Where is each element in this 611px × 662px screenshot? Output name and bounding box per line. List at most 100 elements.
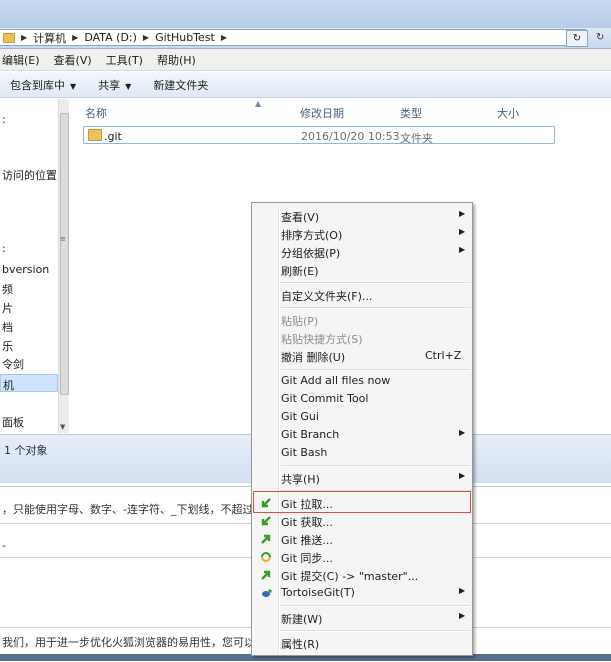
menu-item-git-branch[interactable]: Git Branch ▶ xyxy=(254,426,470,444)
git-pull-highlight-box xyxy=(253,491,471,513)
breadcrumb-arrow-icon[interactable]: ▶ xyxy=(221,33,227,42)
submenu-arrow-icon: ▶ xyxy=(459,227,466,236)
menu-item-label: Git Bash xyxy=(281,446,328,459)
menu-item-git-commit[interactable]: Git 提交(C) -> "master"... xyxy=(254,566,470,584)
column-header-modified[interactable]: 修改日期 xyxy=(300,105,344,121)
nav-item-music[interactable]: 乐 xyxy=(2,338,13,354)
menu-item-git-bash[interactable]: Git Bash xyxy=(254,444,470,462)
item-count: 1 个对象 xyxy=(4,444,48,457)
menu-item-shortcut: Ctrl+Z xyxy=(425,349,462,362)
refresh-button[interactable]: ↻ xyxy=(566,30,588,47)
new-folder-button[interactable]: 新建文件夹 xyxy=(153,77,208,93)
menu-item-label: 共享(H) xyxy=(281,473,320,486)
background-text: 我们，用于进一步优化火狐浏览器的易用性，您可以自由 xyxy=(2,636,277,649)
nav-item-control-panel[interactable]: 面板 xyxy=(2,414,24,430)
background-text: - xyxy=(2,539,6,552)
menu-item-git-push[interactable]: Git 推送... xyxy=(254,530,470,548)
menu-item-sort-by[interactable]: 排序方式(O) ▶ xyxy=(254,225,470,243)
chevron-down-icon: ▼ xyxy=(70,81,77,91)
menu-item-tortoisegit[interactable]: TortoiseGit(T) ▶ xyxy=(254,584,470,602)
submenu-arrow-icon: ▶ xyxy=(459,586,466,595)
menu-item-share[interactable]: 共享(H) ▶ xyxy=(254,469,470,487)
menu-item-git-add-all[interactable]: Git Add all files now xyxy=(254,372,470,390)
column-header-type[interactable]: 类型 xyxy=(400,105,422,121)
file-row-git[interactable]: .git 2016/10/20 10:53 文件夹 xyxy=(83,126,555,145)
sort-ascending-icon: ▲ xyxy=(255,99,262,108)
menu-item-git-commit-tool[interactable]: Git Commit Tool xyxy=(254,390,470,408)
submenu-arrow-icon: ▶ xyxy=(459,471,466,480)
nav-item[interactable]: : xyxy=(2,113,6,126)
menu-item-label: 新建(W) xyxy=(281,613,323,626)
nav-item-subversion[interactable]: bversion xyxy=(2,263,49,276)
menu-item-git-sync[interactable]: Git 同步... xyxy=(254,548,470,566)
submenu-arrow-icon: ▶ xyxy=(459,209,466,218)
file-name: .git xyxy=(104,130,122,143)
menu-item-label: 排序方式(O) xyxy=(281,229,343,242)
scroll-down-icon[interactable]: ▼ xyxy=(60,423,65,431)
nav-item-documents[interactable]: 档 xyxy=(2,319,13,335)
breadcrumb-arrow-icon[interactable]: ▶ xyxy=(143,33,149,42)
menu-view[interactable]: 查看(V) xyxy=(54,52,92,68)
nav-item-pictures[interactable]: 片 xyxy=(2,300,13,316)
share-label: 共享 xyxy=(98,78,121,92)
menu-item-label: 刷新(E) xyxy=(281,265,319,278)
file-modified: 2016/10/20 10:53 xyxy=(301,130,400,143)
breadcrumb-computer[interactable]: 计算机 xyxy=(33,30,66,46)
window-title-bar xyxy=(0,0,611,29)
breadcrumb-arrow-icon[interactable]: ▶ xyxy=(21,33,27,42)
menu-item-group-by[interactable]: 分组依据(P) ▶ xyxy=(254,243,470,261)
menu-item-label: 撤消 删除(U) xyxy=(281,351,346,364)
menu-item-paste: 粘贴(P) xyxy=(254,311,470,329)
include-in-library-label: 包含到库中 xyxy=(10,78,65,92)
address-box[interactable]: ▶ 计算机 ▶ DATA (D:) ▶ GitHubTest ▶ ▼ xyxy=(0,29,586,46)
menu-item-refresh[interactable]: 刷新(E) xyxy=(254,261,470,279)
nav-item-recent-places[interactable]: 访问的位置 xyxy=(2,167,57,183)
menu-edit[interactable]: 编辑(E) xyxy=(2,52,40,68)
include-in-library-button[interactable]: 包含到库中 ▼ xyxy=(10,77,76,93)
menu-bar: 编辑(E) 查看(V) 工具(T) 帮助(H) xyxy=(0,49,611,71)
nav-item[interactable]: : xyxy=(2,242,6,255)
menu-item-label: Git Branch xyxy=(281,428,340,441)
menu-item-undo-delete[interactable]: 撤消 删除(U) Ctrl+Z xyxy=(254,347,470,365)
menu-item-label: Git Commit Tool xyxy=(281,392,369,405)
share-button[interactable]: 共享 ▼ xyxy=(98,77,131,93)
nav-item-videos[interactable]: 频 xyxy=(2,281,13,297)
menu-item-label: 分组依据(P) xyxy=(281,247,341,260)
search-refresh-icon[interactable]: ↻ xyxy=(596,32,604,43)
breadcrumb-drive[interactable]: DATA (D:) xyxy=(84,31,137,44)
column-header-size[interactable]: 大小 xyxy=(497,105,519,121)
chevron-down-icon: ▼ xyxy=(125,81,132,91)
menu-help[interactable]: 帮助(H) xyxy=(157,52,196,68)
column-header-name[interactable]: 名称 xyxy=(85,105,107,121)
folder-icon xyxy=(3,32,15,43)
nav-item-app[interactable]: 令剑 xyxy=(2,356,24,372)
git-fetch-icon xyxy=(261,516,271,526)
submenu-arrow-icon: ▶ xyxy=(459,611,466,620)
git-sync-icon xyxy=(261,552,271,562)
submenu-arrow-icon: ▶ xyxy=(459,428,466,437)
menu-item-paste-shortcut: 粘贴快捷方式(S) xyxy=(254,329,470,347)
scrollbar-thumb[interactable] xyxy=(60,113,69,395)
menu-item-label: Git 同步... xyxy=(281,552,333,565)
breadcrumb-folder[interactable]: GitHubTest xyxy=(155,31,215,44)
menu-item-git-fetch[interactable]: Git 获取... xyxy=(254,512,470,530)
menu-separator xyxy=(281,282,470,284)
menu-tools[interactable]: 工具(T) xyxy=(106,52,143,68)
menu-item-label: Git 获取... xyxy=(281,516,333,529)
breadcrumb-arrow-icon[interactable]: ▶ xyxy=(72,33,78,42)
nav-scrollbar[interactable]: ≡ ▼ xyxy=(58,99,69,433)
menu-separator xyxy=(281,307,470,309)
menu-item-label: 属性(R) xyxy=(281,638,320,651)
folder-icon xyxy=(88,129,102,141)
tortoisegit-icon xyxy=(262,589,272,597)
menu-item-git-gui[interactable]: Git Gui xyxy=(254,408,470,426)
menu-item-properties[interactable]: 属性(R) xyxy=(254,634,470,652)
menu-item-label: 粘贴(P) xyxy=(281,315,319,328)
menu-separator xyxy=(281,630,470,632)
submenu-arrow-icon: ▶ xyxy=(459,245,466,254)
context-menu: 查看(V) ▶ 排序方式(O) ▶ 分组依据(P) ▶ 刷新(E) 自定义文件夹… xyxy=(251,202,473,656)
menu-item-customize-folder[interactable]: 自定义文件夹(F)... xyxy=(254,286,470,304)
menu-item-new[interactable]: 新建(W) ▶ xyxy=(254,609,470,627)
menu-item-view[interactable]: 查看(V) ▶ xyxy=(254,207,470,225)
nav-item-computer-selected[interactable]: 机 xyxy=(0,374,58,392)
